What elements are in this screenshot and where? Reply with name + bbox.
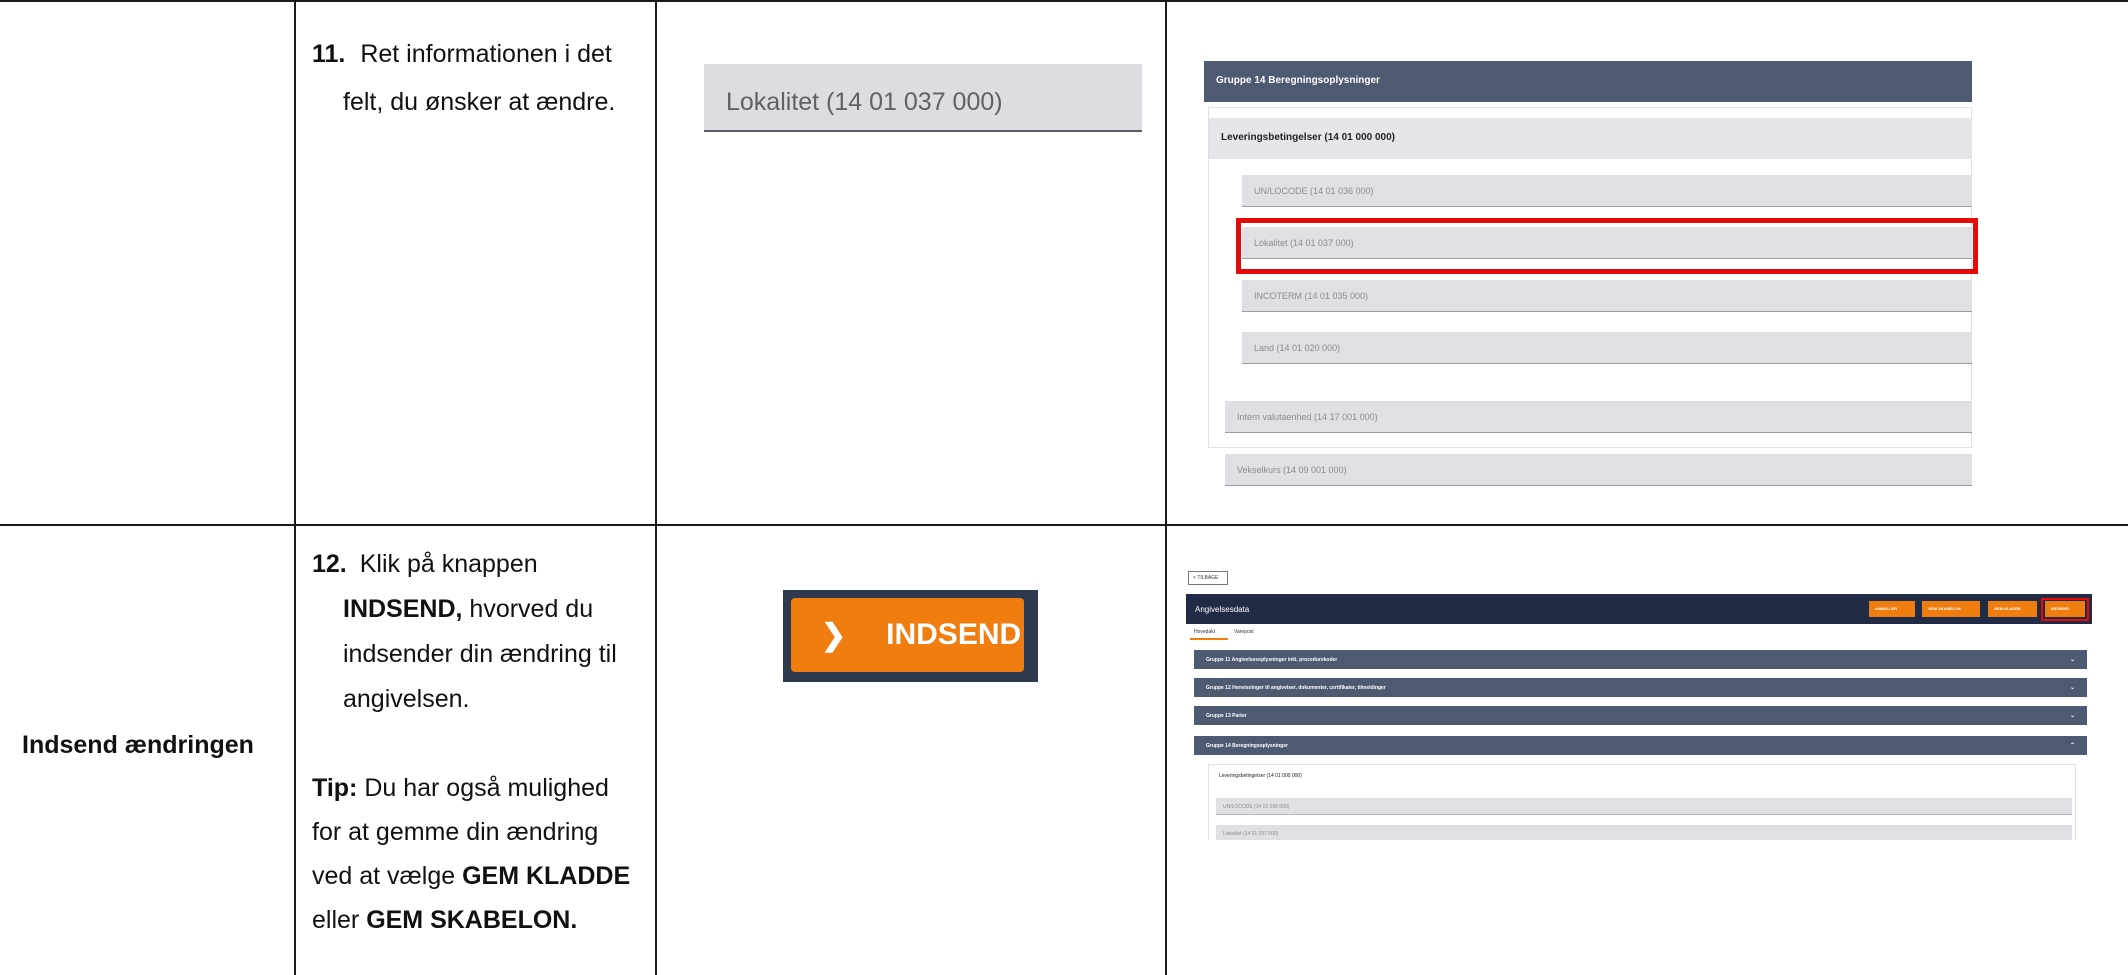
vekselkurs-field[interactable]: Vekselkurs (14 09 001 000) <box>1225 454 1972 486</box>
tip-line1: Tip: Du har også mulighed <box>312 766 609 810</box>
intern-valutaenhed-field[interactable]: Intern valutaenhed (14 17 001 000) <box>1225 401 1972 433</box>
tip-text: for at gemme din ændring <box>312 818 599 846</box>
subgroup-header[interactable]: Leveringsbetingelser (14 01 000 000) <box>1209 118 1972 159</box>
step-line: Ret informationen i det <box>360 40 612 68</box>
tip-text: ved at vælge <box>312 862 463 890</box>
lokalitet-field-example[interactable]: Lokalitet (14 01 037 000) <box>704 64 1142 132</box>
gem-skabelon-button[interactable]: GEM SKABELON <box>1922 601 1980 617</box>
group-13-header[interactable]: Gruppe 13 Parter ⌄ <box>1194 706 2087 725</box>
table-border-left <box>294 0 296 975</box>
screenshot-beregningsoplysninger: Gruppe 14 Beregningsoplysninger Levering… <box>1204 61 1972 507</box>
gem-kladde-button[interactable]: GEM KLADDE <box>1988 601 2037 617</box>
group-label: Gruppe 11 Angivelsesoplysninger inkl. pr… <box>1206 657 1338 663</box>
step-11-text: 11. Ret informationen i det <box>312 32 612 76</box>
active-tab-indicator <box>1190 638 1228 640</box>
step-line: angivelsen. <box>343 685 470 713</box>
tip-label: Tip: <box>312 774 358 802</box>
annuller-button[interactable]: ANNULLER <box>1869 601 1915 617</box>
indsend-button[interactable]: ❯ INDSEND <box>791 598 1024 672</box>
group-11-header[interactable]: Gruppe 11 Angivelsesoplysninger inkl. pr… <box>1194 650 2087 669</box>
step-12-text-line2: INDSEND, hvorved du <box>343 587 593 631</box>
unlocode-field[interactable]: UN/LOCODE (14 01 036 000) <box>1242 175 1972 207</box>
indsend-button-label: INDSEND <box>886 618 1022 651</box>
unlocode-field[interactable]: UN/LOCODE (14 01 036 000) <box>1216 798 2072 815</box>
lokalitet-field[interactable]: Lokalitet (14 01 037 000) <box>1216 825 2072 840</box>
step-line: hvorved du <box>462 595 594 623</box>
step-12-text: 12. Klik på knappen <box>312 542 538 586</box>
table-border-top <box>0 0 2128 2</box>
row-title: Indsend ændringen <box>22 731 254 759</box>
step-number: 11. <box>312 40 346 68</box>
back-label: TILBAGE <box>1197 575 1219 581</box>
chevron-up-icon: ⌃ <box>2069 743 2075 749</box>
group-12-header[interactable]: Gruppe 12 Henvisninger til angivelser, d… <box>1194 678 2087 697</box>
step-12-text-line4: angivelsen. <box>343 677 469 721</box>
group-label: Gruppe 14 Beregningsoplysninger <box>1206 743 1288 749</box>
step-11-text-line2: felt, du ønsker at ændre. <box>343 80 615 124</box>
indsend-keyword: INDSEND, <box>343 595 463 623</box>
subgroup-label: Leveringsbetingelser (14 01 000 000) <box>1219 773 1302 779</box>
tip-line2: for at gemme din ændring <box>312 810 598 854</box>
group-label: Gruppe 12 Henvisninger til angivelser, d… <box>1206 685 1386 691</box>
chevron-down-icon: ⌄ <box>2069 657 2075 663</box>
chevron-down-icon: ⌄ <box>2069 713 2075 719</box>
table-border-col3 <box>1165 0 1167 975</box>
tip-text: Du har også mulighed <box>357 774 609 802</box>
tab-hovedakt[interactable]: Hovedakt <box>1194 629 1215 635</box>
gem-skabelon-keyword: GEM SKABELON. <box>366 906 578 934</box>
step-line: indsender din ændring til <box>343 640 617 668</box>
table-row-divider <box>0 524 2128 526</box>
subgroup-header[interactable]: Leveringsbetingelser (14 01 000 000) <box>1212 769 2074 785</box>
field-label: Lokalitet (14 01 037 000) <box>726 88 1003 116</box>
group-14-header[interactable]: Gruppe 14 Beregningsoplysninger ⌃ <box>1194 736 2087 755</box>
chevron-down-icon: ⌄ <box>2069 685 2075 691</box>
step-number: 12. <box>312 550 347 578</box>
tip-text: eller <box>312 906 367 934</box>
chevron-right-icon: ❯ <box>821 618 847 652</box>
land-field[interactable]: Land (14 01 020 000) <box>1242 332 1972 364</box>
screenshot-angivelsesdata: < TILBAGE Angivelsesdata ANNULLER GEM SK… <box>1186 565 2092 840</box>
page-title: Angivelsesdata <box>1195 605 1250 614</box>
tab-varepost[interactable]: Varepost <box>1234 629 1254 635</box>
gem-kladde-keyword: GEM KLADDE <box>462 862 631 890</box>
tip-line4: eller GEM SKABELON. <box>312 898 577 942</box>
step-12-text-line3: indsender din ændring til <box>343 632 617 676</box>
table-border-col2 <box>655 0 657 975</box>
highlight-box <box>1236 218 1978 274</box>
step-line: Klik på knappen <box>359 550 538 578</box>
highlight-box <box>2041 598 2089 621</box>
group-header[interactable]: Gruppe 14 Beregningsoplysninger <box>1204 61 1972 102</box>
step-line: felt, du ønsker at ændre. <box>343 88 616 116</box>
back-button[interactable]: < TILBAGE <box>1188 571 1228 585</box>
tip-line3: ved at vælge GEM KLADDE <box>312 854 630 898</box>
incoterm-field[interactable]: INCOTERM (14 01 035 000) <box>1242 280 1972 312</box>
group-label: Gruppe 13 Parter <box>1206 713 1247 719</box>
